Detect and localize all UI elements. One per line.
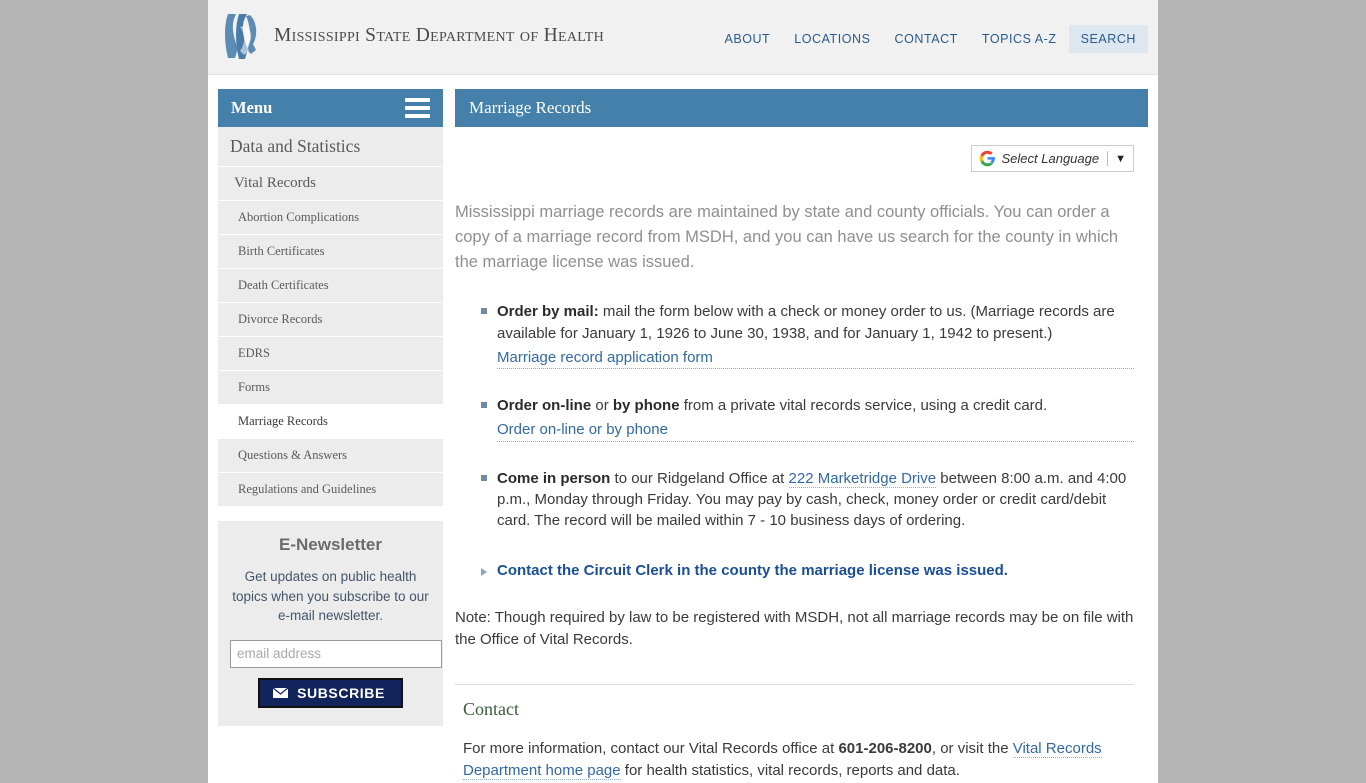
sidebar-item-vital-records[interactable]: Vital Records <box>218 167 443 201</box>
google-translate-widget[interactable]: Select Language ▼ <box>970 145 1134 172</box>
contact-phone: 601-206-8200 <box>838 739 932 757</box>
article-body: Mississippi marriage records are maintai… <box>455 172 1148 783</box>
page-container: Mississippi State Department of Health A… <box>208 0 1158 783</box>
main-columns: Menu Data and Statistics Vital Records A… <box>208 75 1158 783</box>
sidebar-item-edrs[interactable]: EDRS <box>218 337 443 371</box>
nav-item-topics-a-z[interactable]: TOPICS A-Z <box>970 25 1069 53</box>
site-name: Mississippi State Department of Health <box>274 25 605 46</box>
nav-item-contact[interactable]: CONTACT <box>883 25 970 53</box>
circuit-clerk-row: Contact the Circuit Clerk in the county … <box>481 562 1134 579</box>
note-paragraph: Note: Though required by law to be regis… <box>455 608 1134 649</box>
order-by-phone-label: by phone <box>612 397 680 415</box>
office-address-link[interactable]: 222 Marketridge Drive <box>788 469 937 488</box>
marriage-record-application-form-link[interactable]: Marriage record application form <box>497 347 1134 370</box>
order-online-text: from a private vital records service, us… <box>679 397 1048 415</box>
chevron-down-icon[interactable]: ▼ <box>1108 153 1126 165</box>
come-in-person-text-before: to our Ridgeland Office at <box>610 469 789 487</box>
newsletter-email-input[interactable] <box>230 639 442 668</box>
sidebar-item-divorce-records[interactable]: Divorce Records <box>218 303 443 337</box>
language-selector-row: Select Language ▼ <box>455 127 1148 172</box>
top-navigation: ABOUT LOCATIONS CONTACT TOPICS A-Z SEARC… <box>712 25 1148 53</box>
mississippi-state-outline-logo-icon <box>225 14 257 59</box>
sidebar-item-regulations-and-guidelines[interactable]: Regulations and Guidelines <box>218 473 443 507</box>
order-online-conjunction: or <box>591 397 613 415</box>
sidebar-menu-header[interactable]: Menu <box>218 89 443 127</box>
menu-title: Menu <box>231 98 273 117</box>
contact-paragraph: For more information, contact our Vital … <box>463 738 1134 783</box>
sidebar-item-abortion-complications[interactable]: Abortion Complications <box>218 201 443 235</box>
newsletter-title: E-Newsletter <box>279 535 382 554</box>
sidebar-item-marriage-records[interactable]: Marriage Records <box>218 405 443 439</box>
nav-item-about[interactable]: ABOUT <box>712 25 782 53</box>
sidebar: Menu Data and Statistics Vital Records A… <box>218 89 443 726</box>
main-content: Marriage Records Select Language ▼ Missi… <box>455 89 1148 783</box>
list-item-order-by-mail: Order by mail: mail the form below with … <box>481 301 1134 370</box>
come-in-person-label: Come in person <box>497 469 611 487</box>
nav-item-search[interactable]: SEARCH <box>1068 25 1148 53</box>
sidebar-item-forms[interactable]: Forms <box>218 371 443 405</box>
page-title-bar: Marriage Records <box>455 89 1148 127</box>
envelope-icon <box>272 686 290 699</box>
order-online-or-by-phone-link[interactable]: Order on-line or by phone <box>497 419 1134 442</box>
sidebar-item-birth-certificates[interactable]: Birth Certificates <box>218 235 443 269</box>
subscribe-button-label: SUBSCRIBE <box>297 684 385 701</box>
hamburger-icon[interactable] <box>405 98 430 118</box>
contact-heading: Contact <box>463 698 519 719</box>
list-item-come-in-person: Come in person to our Ridgeland Office a… <box>481 468 1134 532</box>
sidebar-item-questions-and-answers[interactable]: Questions & Answers <box>218 439 443 473</box>
order-by-mail-label: Order by mail: <box>497 303 599 321</box>
newsletter-box: E-Newsletter Get updates on public healt… <box>218 521 443 726</box>
sidebar-item-death-certificates[interactable]: Death Certificates <box>218 269 443 303</box>
circuit-clerk-link[interactable]: Contact the Circuit Clerk in the county … <box>497 562 1008 579</box>
site-logo[interactable]: Mississippi State Department of Health <box>222 10 604 62</box>
contact-text-before: For more information, contact our Vital … <box>463 739 839 757</box>
sidebar-menu-list: Data and Statistics Vital Records Aborti… <box>218 127 443 507</box>
intro-paragraph: Mississippi marriage records are maintai… <box>455 203 1119 272</box>
list-item-order-online: Order on-line or by phone from a private… <box>481 395 1134 442</box>
site-header: Mississippi State Department of Health A… <box>208 0 1158 75</box>
newsletter-subscribe-button[interactable]: SUBSCRIBE <box>258 677 403 708</box>
newsletter-description: Get updates on public health topics when… <box>232 569 429 624</box>
nav-item-locations[interactable]: LOCATIONS <box>782 25 882 53</box>
sidebar-item-data-and-statistics[interactable]: Data and Statistics <box>218 127 443 167</box>
order-online-label: Order on-line <box>497 397 592 415</box>
translate-label: Select Language <box>1002 151 1109 166</box>
contact-text-after: for health statistics, vital records, re… <box>620 762 960 780</box>
order-options-list: Order by mail: mail the form below with … <box>455 301 1134 531</box>
page-title: Marriage Records <box>469 98 592 117</box>
contact-text-mid: , or visit the <box>931 739 1013 757</box>
google-g-icon <box>979 150 995 167</box>
